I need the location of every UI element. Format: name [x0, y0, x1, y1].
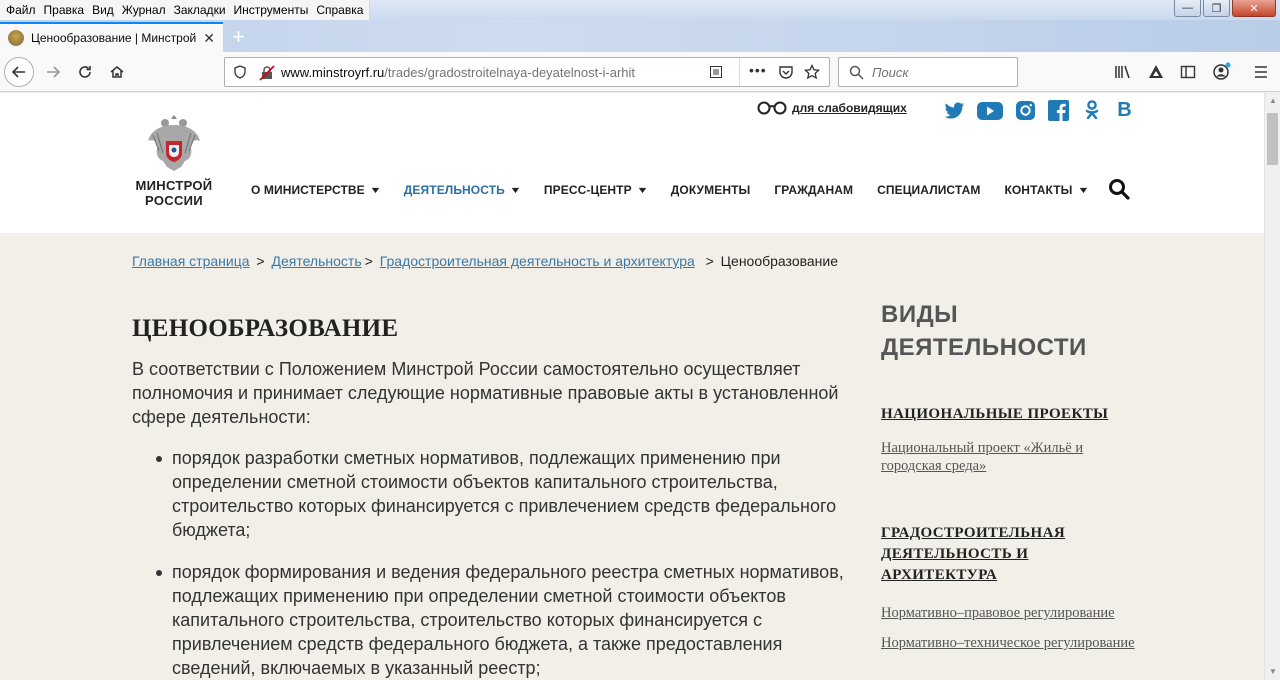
instagram-icon[interactable]	[1015, 100, 1036, 121]
url-bar[interactable]: www.minstroyrf.ru/trades/gradostroitelna…	[224, 57, 830, 87]
site-search-icon[interactable]	[1108, 178, 1130, 200]
chevron-down-icon: ▼	[635, 185, 649, 195]
logo-line-1: МИНСТРОЙ	[135, 178, 213, 193]
reader-view-icon[interactable]	[709, 65, 723, 79]
url-text: www.minstroyrf.ru/trades/gradostroitelna…	[281, 64, 636, 80]
chevron-down-icon: ▼	[368, 185, 382, 195]
close-tab-icon[interactable]: ✕	[203, 30, 215, 47]
nav-specialists[interactable]: СПЕЦИАЛИСТАМ	[877, 183, 980, 197]
menu-view[interactable]: Вид	[90, 0, 120, 20]
arrow-right-icon	[47, 66, 61, 78]
sidebar-icon[interactable]	[1180, 64, 1196, 80]
menu-file[interactable]: Файл	[4, 0, 42, 20]
pocket-icon[interactable]	[778, 64, 794, 80]
main-content: ЦЕНООБРАЗОВАНИЕ В соответствии с Положен…	[132, 315, 862, 680]
home-icon	[110, 66, 124, 78]
chevron-down-icon: ▼	[509, 185, 522, 195]
twitter-icon[interactable]	[944, 100, 965, 121]
search-bar[interactable]: Поиск	[838, 57, 1018, 87]
sidebar-title: ВИДЫ ДЕЯТЕЛЬНОСТИ	[881, 301, 1087, 361]
account-icon[interactable]	[1212, 62, 1232, 82]
coat-of-arms-icon	[148, 115, 200, 171]
close-window-button[interactable]: ✕	[1232, 0, 1276, 17]
activities-sidebar: ВИДЫ ДЕЯТЕЛЬНОСТИ НАЦИОНАЛЬНЫЕ ПРОЕКТЫ На…	[881, 298, 1141, 652]
nav-citizens[interactable]: ГРАЖДАНАМ	[774, 183, 853, 197]
menu-history[interactable]: Журнал	[120, 0, 172, 20]
vertical-scrollbar[interactable]: ▲ ▼	[1264, 93, 1280, 680]
nav-ministry[interactable]: О МИНИСТЕРСТВЕ ▼	[251, 183, 382, 197]
scroll-down-arrow-icon[interactable]: ▼	[1265, 664, 1280, 680]
back-button[interactable]	[4, 57, 34, 87]
library-icon[interactable]	[1114, 64, 1132, 80]
nav-documents[interactable]: ДОКУМЕНТЫ	[671, 183, 751, 197]
insecure-lock-icon[interactable]	[259, 65, 275, 81]
breadcrumb-current: Ценообразование	[720, 253, 839, 269]
sidebar-section-national-projects[interactable]: НАЦИОНАЛЬНЫЕ ПРОЕКТЫ	[881, 404, 1141, 425]
menu-edit[interactable]: Правка	[42, 0, 91, 20]
new-tab-button[interactable]: +	[232, 24, 245, 50]
breadcrumb-section-link[interactable]: Градостроительная деятельность и архитек…	[380, 253, 695, 269]
low-vision-label: для слабовидящих	[792, 101, 907, 115]
bookmark-star-icon[interactable]	[804, 64, 820, 80]
nav-activity[interactable]: ДЕЯТЕЛЬНОСТЬ ▼	[404, 183, 522, 197]
hamburger-menu-icon[interactable]	[1253, 65, 1269, 79]
breadcrumb-home-link[interactable]: Главная страница	[132, 253, 250, 269]
scrollbar-thumb[interactable]	[1267, 113, 1278, 165]
acts-list: порядок разработки сметных нормативов, п…	[132, 446, 862, 680]
sidebar-link-housing-project[interactable]: Национальный проект «Жильё и городская с…	[881, 439, 1141, 475]
intro-paragraph: В соответствии с Положением Минстрой Рос…	[132, 359, 839, 427]
menu-bar: Файл Правка Вид Журнал Закладки Инструме…	[0, 0, 1280, 20]
reload-icon	[79, 66, 91, 78]
sync-account-icon[interactable]	[1147, 63, 1165, 81]
scroll-up-arrow-icon[interactable]: ▲	[1265, 93, 1280, 109]
facebook-icon[interactable]	[1048, 100, 1069, 121]
youtube-icon[interactable]	[977, 100, 1003, 121]
chevron-down-icon: ▼	[1076, 185, 1090, 195]
odnoklassniki-icon[interactable]	[1081, 100, 1102, 121]
site-logo[interactable]: МИНСТРОЙ РОССИИ	[131, 111, 217, 208]
menu-tools[interactable]: Инструменты	[232, 0, 315, 20]
breadcrumb-activity-link[interactable]: Деятельность	[272, 253, 362, 269]
search-icon	[849, 65, 864, 80]
navigation-toolbar: www.minstroyrf.ru/trades/gradostroitelna…	[0, 52, 1280, 92]
reload-button[interactable]	[70, 57, 100, 87]
page-actions-icon[interactable]: •••	[749, 62, 767, 78]
maximize-button[interactable]: ❐	[1203, 0, 1230, 17]
site-header: МИНСТРОЙ РОССИИ для слабовидящих B О МИН…	[0, 93, 1264, 233]
social-links: B	[944, 99, 1135, 121]
list-item: порядок формирования и ведения федеральн…	[132, 560, 862, 680]
tab-strip: Ценообразование | Минстрой России ✕ +	[0, 20, 1280, 52]
breadcrumb: Главная страница > Деятельность > Градост…	[132, 253, 839, 269]
sidebar-section-urban-planning[interactable]: ГРАДОСТРОИТЕЛЬНАЯ ДЕЯТЕЛЬНОСТЬ И АРХИТЕК…	[881, 523, 1141, 586]
nav-contacts[interactable]: КОНТАКТЫ ▼	[1004, 183, 1090, 197]
vkontakte-icon[interactable]: B	[1114, 99, 1135, 121]
main-navigation: О МИНИСТЕРСТВЕ ▼ ДЕЯТЕЛЬНОСТЬ ▼ ПРЕСС-ЦЕНТ…	[251, 183, 1112, 197]
sidebar-link-technical-regulation[interactable]: Нормативно–техническое регулирование	[881, 634, 1141, 652]
low-vision-link[interactable]: для слабовидящих	[757, 101, 907, 115]
logo-line-2: РОССИИ	[145, 193, 203, 208]
arrow-left-icon	[11, 66, 25, 78]
home-button[interactable]	[102, 57, 132, 87]
sidebar-link-legal-regulation[interactable]: Нормативно–правовое регулирование	[881, 604, 1141, 622]
page-title: ЦЕНООБРАЗОВАНИЕ	[132, 315, 399, 342]
list-item: порядок разработки сметных нормативов, п…	[132, 446, 862, 542]
minimize-button[interactable]: —	[1174, 0, 1201, 17]
tab-title: Ценообразование | Минстрой России	[31, 31, 197, 45]
web-page: МИНСТРОЙ РОССИИ для слабовидящих B О МИН…	[0, 93, 1264, 680]
menu-bookmarks[interactable]: Закладки	[172, 0, 232, 20]
site-favicon-icon	[8, 30, 24, 46]
menu-help[interactable]: Справка	[314, 0, 369, 20]
shield-icon[interactable]	[233, 65, 247, 79]
nav-press-center[interactable]: ПРЕСС-ЦЕНТР ▼	[544, 183, 649, 197]
tab-active[interactable]: Ценообразование | Минстрой России ✕	[0, 22, 223, 52]
search-placeholder: Поиск	[872, 64, 909, 80]
forward-button[interactable]	[38, 57, 68, 87]
glasses-icon	[757, 101, 787, 115]
